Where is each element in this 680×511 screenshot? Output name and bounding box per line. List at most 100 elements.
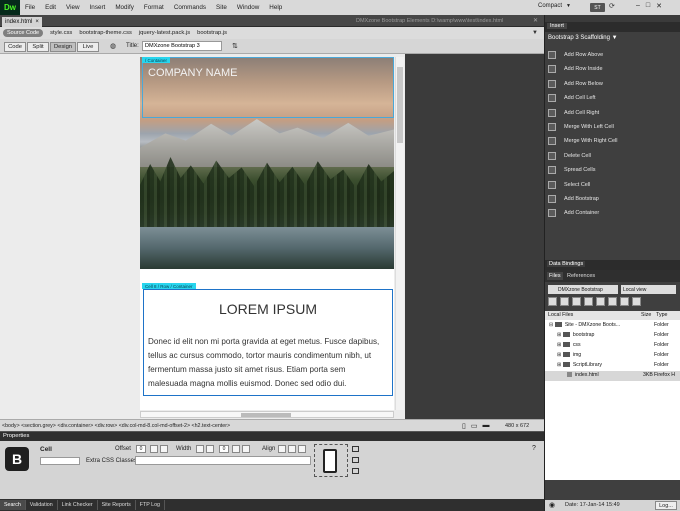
- filter-icon[interactable]: ▼: [532, 30, 538, 36]
- device-preview[interactable]: [314, 444, 348, 477]
- chevron-down-icon[interactable]: ▼: [566, 3, 571, 9]
- check-in-icon[interactable]: [608, 297, 617, 306]
- get-files-icon[interactable]: [572, 297, 581, 306]
- offset-increase-button[interactable]: [160, 445, 168, 453]
- file-row[interactable]: ⊞ css Folder: [545, 341, 680, 351]
- scroll-thumb[interactable]: [397, 67, 403, 143]
- laptop-icon[interactable]: [352, 457, 359, 463]
- collapse-icon[interactable]: ⊟: [549, 322, 553, 328]
- site-select[interactable]: DMXzone Bootstrap: [548, 285, 618, 294]
- expand-icon[interactable]: [632, 297, 641, 306]
- align-center-button[interactable]: [288, 445, 296, 453]
- insert-item-add-row-inside[interactable]: Add Row Inside: [545, 62, 680, 76]
- split-view-button[interactable]: Split: [27, 42, 49, 52]
- width-value[interactable]: 0: [219, 445, 229, 453]
- expand-icon[interactable]: ⊞: [557, 342, 561, 348]
- insert-item-merge-left[interactable]: Merge With Left Cell: [545, 120, 680, 134]
- align-right-button[interactable]: [298, 445, 306, 453]
- vertical-scrollbar[interactable]: [395, 57, 404, 410]
- insert-item-add-row-below[interactable]: Add Row Below: [545, 77, 680, 91]
- insert-category-select[interactable]: Bootstrap 3 Scaffolding ▼: [548, 35, 618, 41]
- extra-css-input[interactable]: [135, 456, 311, 465]
- window-size[interactable]: 480 x 672: [505, 423, 529, 429]
- mobile-size-icon[interactable]: ▯: [462, 422, 466, 430]
- selected-cell[interactable]: LOREM IPSUM Donec id elit non mi porta g…: [143, 289, 393, 396]
- file-row[interactable]: ⊟ Site - DMXzone Boots... Folder: [545, 321, 680, 331]
- menu-insert[interactable]: Insert: [85, 4, 111, 11]
- document-tab[interactable]: index.html ×: [2, 17, 42, 27]
- expand-icon[interactable]: ⊞: [557, 362, 561, 368]
- insert-item-merge-right[interactable]: Merge With Right Cell: [545, 134, 680, 148]
- desktop-size-icon[interactable]: ▬: [482, 422, 489, 430]
- width-full-button[interactable]: [242, 445, 250, 453]
- close-icon[interactable]: ✕: [656, 2, 662, 10]
- log-button[interactable]: Log...: [655, 501, 677, 510]
- connect-icon[interactable]: [548, 297, 557, 306]
- insert-item-add-row-above[interactable]: Add Row Above: [545, 48, 680, 62]
- file-row[interactable]: ⊞ ScriptLibrary Folder: [545, 361, 680, 371]
- company-name[interactable]: COMPANY NAME: [148, 67, 237, 79]
- title-input[interactable]: [142, 41, 222, 51]
- files-tab[interactable]: Files: [547, 272, 563, 280]
- container-tag[interactable]: / Container: [142, 57, 171, 63]
- live-view-button[interactable]: Live: [77, 42, 99, 52]
- close-icon[interactable]: ✕: [533, 17, 538, 24]
- globe-icon[interactable]: ◍: [110, 42, 116, 50]
- horizontal-scrollbar[interactable]: [140, 411, 394, 418]
- close-icon[interactable]: ×: [35, 19, 39, 25]
- tab-ftp-log[interactable]: FTP Log: [136, 500, 165, 510]
- insert-item-add-cell-right[interactable]: Add Cell Right: [545, 106, 680, 120]
- file-row[interactable]: index.html 3KB Firefox H: [545, 371, 680, 381]
- width-decrease-button[interactable]: [196, 445, 204, 453]
- column-local-files[interactable]: Local Files: [548, 312, 573, 318]
- column-size[interactable]: Size: [641, 312, 651, 318]
- phone-icon[interactable]: [323, 449, 337, 473]
- help-icon[interactable]: ?: [532, 445, 536, 452]
- column-type[interactable]: Type: [656, 312, 667, 318]
- related-file[interactable]: jquery-latest.pack.js: [139, 30, 190, 36]
- design-view-button[interactable]: Design: [50, 42, 76, 52]
- view-select[interactable]: Local view: [621, 285, 676, 294]
- insert-item-select-cell[interactable]: Select Cell: [545, 178, 680, 192]
- sync-icon[interactable]: ⟳: [609, 2, 615, 10]
- width-increase-button[interactable]: [206, 445, 214, 453]
- tag-selector[interactable]: <body> <section.grey> <div.container> <d…: [2, 423, 230, 429]
- menu-help[interactable]: Help: [264, 4, 287, 11]
- tab-link-checker[interactable]: Link Checker: [58, 500, 98, 510]
- check-out-icon[interactable]: [596, 297, 605, 306]
- properties-tab[interactable]: Properties: [3, 433, 29, 439]
- minimize-icon[interactable]: –: [636, 2, 640, 10]
- data-bindings-tab[interactable]: Data Bindings: [547, 261, 586, 267]
- maximize-icon[interactable]: □: [646, 2, 650, 10]
- tab-search[interactable]: Search: [0, 500, 26, 510]
- put-files-icon[interactable]: [584, 297, 593, 306]
- tablet-size-icon[interactable]: ▭: [471, 422, 478, 430]
- insert-item-add-container[interactable]: Add Container: [545, 206, 680, 220]
- insert-item-spread-cells[interactable]: Spread Cells: [545, 163, 680, 177]
- scroll-thumb[interactable]: [241, 413, 291, 417]
- related-file[interactable]: bootstrap-theme.css: [79, 30, 132, 36]
- menu-format[interactable]: Format: [139, 4, 169, 11]
- insert-item-delete-cell[interactable]: Delete Cell: [545, 149, 680, 163]
- insert-tab[interactable]: Insert: [547, 23, 567, 29]
- refresh-icon[interactable]: [560, 297, 569, 306]
- offset-value[interactable]: 0: [136, 445, 146, 453]
- cell-id-input[interactable]: [40, 457, 80, 465]
- offset-decrease-button[interactable]: [150, 445, 158, 453]
- code-view-button[interactable]: Code: [4, 42, 26, 52]
- lorem-paragraph[interactable]: Donec id elit non mi porta gravida at eg…: [148, 335, 386, 391]
- menu-site[interactable]: Site: [211, 4, 232, 11]
- align-left-button[interactable]: [278, 445, 286, 453]
- menu-window[interactable]: Window: [232, 4, 264, 11]
- related-file-source[interactable]: Source Code: [3, 29, 44, 37]
- expand-icon[interactable]: ⊞: [557, 352, 561, 358]
- sync-icon[interactable]: [620, 297, 629, 306]
- insert-item-add-cell-left[interactable]: Add Cell Left: [545, 91, 680, 105]
- tablet-icon[interactable]: [352, 446, 359, 452]
- file-row[interactable]: ⊞ bootstrap Folder: [545, 331, 680, 341]
- workspace-switcher[interactable]: Compact: [538, 3, 562, 9]
- menu-modify[interactable]: Modify: [110, 4, 139, 11]
- sync-settings-badge[interactable]: ST: [590, 3, 605, 12]
- insert-item-add-bootstrap[interactable]: Add Bootstrap: [545, 192, 680, 206]
- desktop-icon[interactable]: [352, 468, 359, 474]
